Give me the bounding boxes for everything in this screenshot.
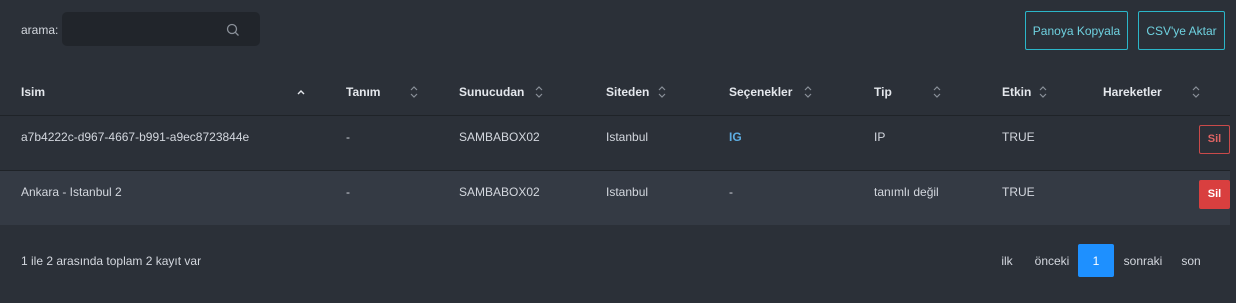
table-row: a7b4222c-d967-4667-b991-a9ec8723844e - S…: [0, 115, 1230, 171]
export-csv-button[interactable]: CSV'ye Aktar: [1138, 11, 1225, 50]
cell-description: -: [325, 170, 438, 225]
sort-icon: [410, 86, 418, 98]
column-header-server[interactable]: Sunucudan: [438, 70, 585, 116]
column-header-enabled[interactable]: Etkin: [981, 70, 1086, 116]
search-label: arama:: [21, 23, 59, 37]
search-icon: [226, 23, 239, 36]
cell-type: IP: [853, 115, 981, 171]
cell-name: Ankara - Istanbul 2: [0, 170, 325, 225]
options-link[interactable]: IG: [729, 130, 742, 144]
cell-options: -: [708, 170, 853, 225]
column-label: Seçenekler: [729, 85, 793, 100]
column-header-type[interactable]: Tip: [853, 70, 981, 116]
sort-icon: [804, 86, 812, 98]
cell-enabled: TRUE: [981, 170, 1086, 225]
column-header-actions[interactable]: Hareketler: [1086, 70, 1230, 116]
column-label: Siteden: [606, 85, 650, 100]
cell-site: Istanbul: [585, 170, 708, 225]
cell-name: a7b4222c-d967-4667-b991-a9ec8723844e: [0, 115, 325, 171]
sort-icon: [933, 86, 941, 98]
column-label: Hareketler: [1103, 85, 1162, 100]
cell-site: Istanbul: [585, 115, 708, 171]
pagination-first[interactable]: ilk: [994, 244, 1020, 277]
table-row: Ankara - Istanbul 2 - SAMBABOX02 Istanbu…: [0, 170, 1230, 225]
column-label: Tip: [874, 85, 892, 100]
data-table: Isim Tanım Sunucudan Siteden Seçenekler …: [0, 70, 1230, 225]
pagination-next[interactable]: sonraki: [1120, 244, 1166, 277]
cell-server: SAMBABOX02: [438, 170, 585, 225]
column-header-name[interactable]: Isim: [0, 70, 325, 116]
search-input[interactable]: [62, 12, 222, 46]
search-box[interactable]: [62, 12, 260, 46]
cell-enabled: TRUE: [981, 115, 1086, 171]
pagination-previous[interactable]: önceki: [1030, 244, 1074, 277]
pagination-last[interactable]: son: [1176, 244, 1206, 277]
cell-server: SAMBABOX02: [438, 115, 585, 171]
column-label: Etkin: [1002, 85, 1032, 100]
cell-options: IG: [708, 115, 853, 171]
column-label: Tanım: [346, 85, 381, 100]
cell-actions: Sil: [1086, 170, 1230, 225]
cell-actions: Sil: [1086, 115, 1230, 171]
table-toolbar: arama: Panoya Kopyala CSV'ye Aktar: [0, 0, 1236, 70]
column-label: Isim: [21, 85, 46, 100]
table-header-row: Isim Tanım Sunucudan Siteden Seçenekler …: [0, 70, 1230, 116]
column-header-options[interactable]: Seçenekler: [708, 70, 853, 116]
sort-icon: [1039, 86, 1047, 98]
sort-icon: [658, 86, 666, 98]
cell-type: tanımlı değil: [853, 170, 981, 225]
sort-ascending-icon: [297, 90, 305, 95]
sort-icon: [535, 86, 543, 98]
delete-button[interactable]: Sil: [1199, 124, 1230, 154]
delete-button[interactable]: Sil: [1199, 179, 1230, 209]
pagination-page-current[interactable]: 1: [1078, 244, 1114, 277]
sort-icon: [1192, 86, 1200, 98]
table-info: 1 ile 2 arasında toplam 2 kayıt var: [21, 254, 202, 268]
copy-to-clipboard-button[interactable]: Panoya Kopyala: [1025, 11, 1128, 50]
column-header-site[interactable]: Siteden: [585, 70, 708, 116]
cell-description: -: [325, 115, 438, 171]
column-label: Sunucudan: [459, 85, 525, 100]
column-header-description[interactable]: Tanım: [325, 70, 438, 116]
